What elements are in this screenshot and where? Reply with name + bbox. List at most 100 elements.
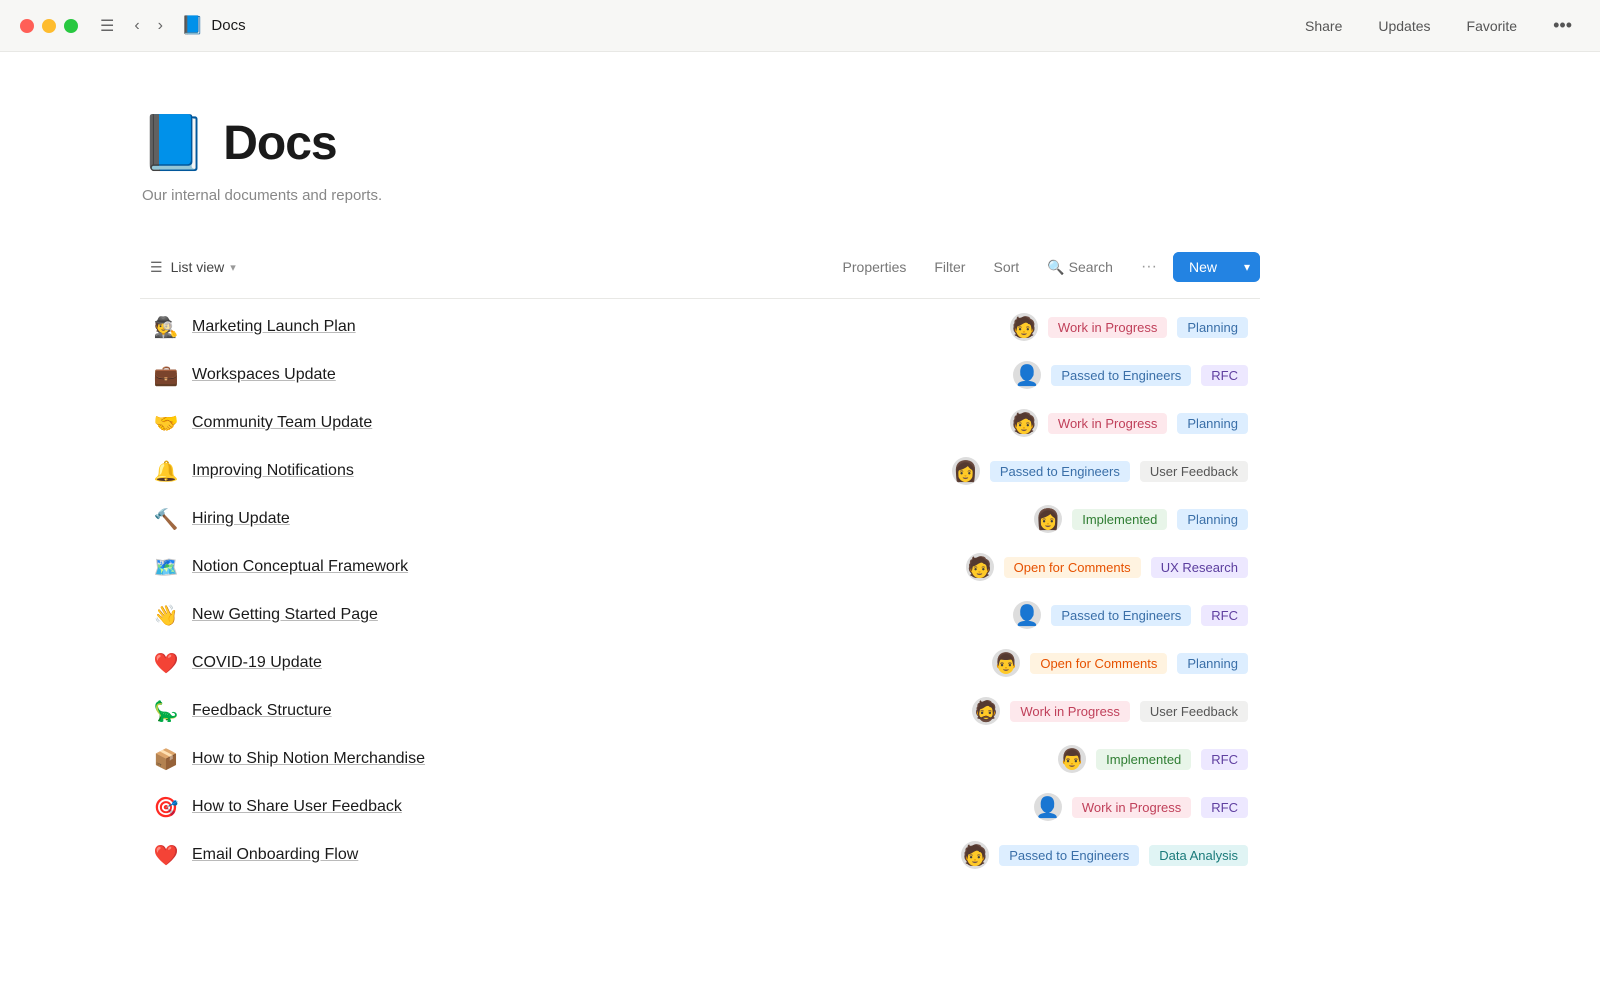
list-item[interactable]: 🗺️ Notion Conceptual Framework 🧑 Open fo… [140,543,1260,591]
list-item[interactable]: 💼 Workspaces Update 👤 Passed to Engineer… [140,351,1260,399]
tag-badge: Planning [1177,653,1248,674]
avatar: 👩 [952,457,980,485]
list-item[interactable]: 🔨 Hiring Update 👩 Implemented Planning [140,495,1260,543]
item-title: COVID-19 Update [192,654,992,672]
list-item[interactable]: 📦 How to Ship Notion Merchandise 👨 Imple… [140,735,1260,783]
page-title: Docs [223,116,336,171]
tag-badge: Planning [1177,413,1248,434]
status-badge: Work in Progress [1010,701,1129,722]
item-meta: 👩 Passed to Engineers User Feedback [952,457,1248,485]
item-emoji: 🦕 [152,699,180,724]
item-emoji: 🎯 [152,795,180,820]
status-badge: Passed to Engineers [1051,365,1191,386]
toolbar-controls: Properties Filter Sort 🔍 Search ··· [831,252,1169,282]
item-emoji: 🔨 [152,507,180,532]
items-list: 🕵️ Marketing Launch Plan 🧑 Work in Progr… [140,303,1260,879]
status-badge: Work in Progress [1072,797,1191,818]
item-emoji: ❤️ [152,843,180,868]
item-meta: 👤 Passed to Engineers RFC [1013,601,1248,629]
tag-badge: Planning [1177,509,1248,530]
item-emoji: 🕵️ [152,315,180,340]
new-main-button[interactable]: New [1173,252,1233,282]
chevron-down-icon: ▾ [230,261,236,274]
list-item[interactable]: ❤️ COVID-19 Update 👨 Open for Comments P… [140,639,1260,687]
page-header: 📘 Docs Our internal documents and report… [140,112,1260,204]
avatar: 👤 [1034,793,1062,821]
avatar: 👤 [1013,361,1041,389]
more-options-button[interactable]: ••• [1545,11,1580,40]
item-title: Hiring Update [192,510,1034,528]
item-meta: 🧔 Work in Progress User Feedback [972,697,1248,725]
item-title: Improving Notifications [192,462,952,480]
updates-button[interactable]: Updates [1370,14,1438,38]
status-badge: Passed to Engineers [990,461,1130,482]
new-button-wrapper: New ▾ [1173,252,1260,282]
status-badge: Open for Comments [1004,557,1141,578]
status-badge: Open for Comments [1030,653,1167,674]
tag-badge: RFC [1201,605,1248,626]
list-toolbar: ☰ List view ▾ Properties Filter Sort 🔍 S… [140,244,1260,290]
tag-badge: Data Analysis [1149,845,1248,866]
forward-button[interactable]: › [152,13,169,39]
item-emoji: 👋 [152,603,180,628]
item-title: New Getting Started Page [192,606,1013,624]
list-item[interactable]: 🎯 How to Share User Feedback 👤 Work in P… [140,783,1260,831]
tag-badge: UX Research [1151,557,1248,578]
view-label: List view [171,259,225,275]
share-button[interactable]: Share [1297,14,1350,38]
item-title: Notion Conceptual Framework [192,558,966,576]
tag-badge: RFC [1201,365,1248,386]
avatar: 🧑 [1010,409,1038,437]
sort-button[interactable]: Sort [981,253,1031,281]
item-emoji: ❤️ [152,651,180,676]
list-item[interactable]: 🦕 Feedback Structure 🧔 Work in Progress … [140,687,1260,735]
search-icon: 🔍 [1047,259,1064,276]
traffic-lights [20,19,78,33]
item-meta: 👨 Implemented RFC [1058,745,1248,773]
titlebar: ☰ ‹ › 📘 Docs Share Updates Favorite ••• [0,0,1600,52]
tag-badge: Planning [1177,317,1248,338]
main-content: 📘 Docs Our internal documents and report… [0,52,1400,919]
toolbar-more-button[interactable]: ··· [1129,252,1169,282]
minimize-button[interactable] [42,19,56,33]
item-title: Marketing Launch Plan [192,318,1010,336]
titlebar-page-icon: 📘 [181,15,203,36]
status-badge: Passed to Engineers [1051,605,1191,626]
list-item[interactable]: 🤝 Community Team Update 🧑 Work in Progre… [140,399,1260,447]
avatar: 🧑 [966,553,994,581]
list-item[interactable]: 🕵️ Marketing Launch Plan 🧑 Work in Progr… [140,303,1260,351]
item-emoji: 🤝 [152,411,180,436]
item-meta: 🧑 Work in Progress Planning [1010,409,1248,437]
item-title: How to Share User Feedback [192,798,1034,816]
item-meta: 👤 Work in Progress RFC [1034,793,1248,821]
list-item[interactable]: 🔔 Improving Notifications 👩 Passed to En… [140,447,1260,495]
list-item[interactable]: ❤️ Email Onboarding Flow 🧑 Passed to Eng… [140,831,1260,879]
status-badge: Work in Progress [1048,413,1167,434]
item-title: How to Ship Notion Merchandise [192,750,1058,768]
avatar: 🧔 [972,697,1000,725]
tag-badge: User Feedback [1140,701,1248,722]
filter-button[interactable]: Filter [922,253,977,281]
search-button[interactable]: 🔍 Search [1035,253,1125,282]
view-selector[interactable]: ☰ List view ▾ [140,253,246,282]
page-emoji: 📘 [140,112,207,175]
new-dropdown-button[interactable]: ▾ [1234,253,1260,281]
status-badge: Implemented [1072,509,1167,530]
sidebar-toggle-button[interactable]: ☰ [94,12,120,40]
item-title: Feedback Structure [192,702,972,720]
titlebar-actions: Share Updates Favorite ••• [1297,11,1580,40]
status-badge: Implemented [1096,749,1191,770]
nav-buttons: ‹ › [128,13,169,39]
item-meta: 🧑 Open for Comments UX Research [966,553,1248,581]
close-button[interactable] [20,19,34,33]
fullscreen-button[interactable] [64,19,78,33]
properties-button[interactable]: Properties [831,253,919,281]
item-meta: 👩 Implemented Planning [1034,505,1248,533]
list-item[interactable]: 👋 New Getting Started Page 👤 Passed to E… [140,591,1260,639]
avatar: 👤 [1013,601,1041,629]
favorite-button[interactable]: Favorite [1459,14,1526,38]
status-badge: Passed to Engineers [999,845,1139,866]
back-button[interactable]: ‹ [128,13,145,39]
avatar: 👨 [1058,745,1086,773]
avatar: 👩 [1034,505,1062,533]
